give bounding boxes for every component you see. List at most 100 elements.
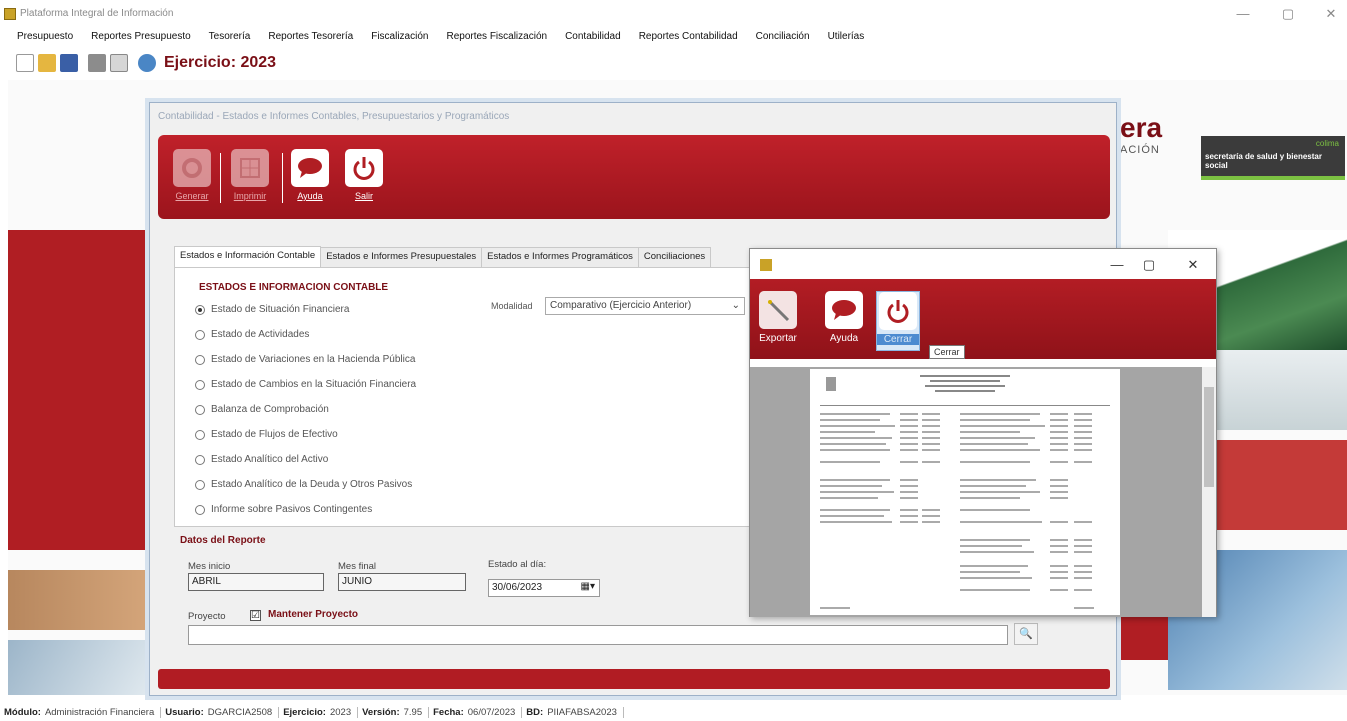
background-decoration [8, 640, 158, 695]
radio-label: Balanza de Comprobación [211, 404, 329, 415]
radio-balanza[interactable]: Balanza de Comprobación [195, 404, 329, 415]
new-icon[interactable] [16, 54, 34, 72]
generar-label: Generar [175, 191, 209, 201]
exportar-button[interactable]: Exportar [756, 291, 800, 351]
app-icon [4, 8, 16, 20]
mes-inicio-field[interactable]: ABRIL [188, 573, 324, 591]
ejercicio-label: Ejercicio: 2023 [164, 54, 277, 71]
maximize-button[interactable]: ▢ [1273, 4, 1303, 24]
speech-bubble-icon [298, 158, 322, 178]
radio-estado-situacion-financiera[interactable]: Estado de Situación Financiera [195, 304, 349, 315]
minimize-button[interactable]: — [1228, 4, 1258, 24]
tab-conciliaciones[interactable]: Conciliaciones [637, 247, 712, 267]
report-page-content [820, 375, 1110, 609]
brand-subtext: ACIÓN [1120, 144, 1160, 156]
salir-label: Salir [354, 191, 373, 201]
background-decoration [8, 230, 158, 550]
menu-contabilidad[interactable]: Contabilidad [556, 28, 630, 48]
radio-indicator [195, 404, 205, 415]
exportar-label: Exportar [759, 333, 797, 344]
imprimir-label: Imprimir [233, 191, 267, 201]
report-icon [240, 158, 260, 178]
menu-fiscalizacion[interactable]: Fiscalización [362, 28, 437, 48]
mantener-proyecto-checkbox[interactable]: ☑ [250, 610, 261, 621]
radio-label: Estado de Actividades [211, 329, 310, 340]
mantener-proyecto-label: Mantener Proyecto [268, 609, 359, 620]
radio-label: Estado Analítico del Activo [211, 454, 329, 465]
save-icon[interactable] [60, 54, 78, 72]
preview-minimize-button[interactable]: — [1102, 255, 1132, 275]
magic-wand-icon [768, 300, 790, 322]
tab-estados-informes-presupuestales[interactable]: Estados e Informes Presupuestales [320, 247, 483, 267]
calendar-icon[interactable]: ▦▾ [581, 581, 595, 592]
ribbon-separator [220, 153, 221, 203]
mes-inicio-label: Mes inicio [188, 561, 231, 572]
preview-scrollbar[interactable] [1202, 367, 1216, 617]
datos-reporte-title: Datos del Reporte [180, 535, 266, 546]
print-icon[interactable] [88, 54, 106, 72]
generar-button[interactable]: Generar [170, 149, 214, 205]
estado-dia-datepicker[interactable]: 30/06/2023 ▦▾ [488, 579, 600, 597]
radio-analitico-deuda[interactable]: Estado Analítico de la Deuda y Otros Pas… [195, 479, 412, 490]
salir-button[interactable]: Salir [342, 149, 386, 205]
close-button[interactable]: ✕ [1316, 4, 1346, 24]
mes-final-field[interactable]: JUNIO [338, 573, 466, 591]
radio-flujos-efectivo[interactable]: Estado de Flujos de Efectivo [195, 429, 338, 440]
radio-variaciones-hacienda[interactable]: Estado de Variaciones en la Hacienda Púb… [195, 354, 415, 365]
radio-indicator [195, 379, 205, 390]
section-title: ESTADOS E INFORMACION CONTABLE [199, 282, 389, 293]
scrollbar-thumb[interactable] [1204, 387, 1214, 487]
radio-indicator [195, 354, 205, 365]
dialog-ribbon: Generar Imprimir Ayuda Salir [158, 135, 1110, 219]
search-icon[interactable]: 🔍 [1014, 623, 1038, 645]
preview-ayuda-label: Ayuda [829, 333, 859, 344]
print-preview-icon[interactable] [110, 54, 128, 72]
report-preview-window: — ▢ ✕ Exportar Ayuda Cerrar [749, 248, 1217, 617]
window-title: Plataforma Integral de Información [20, 8, 174, 19]
status-bar: Módulo: Administración Financiera Usuario… [0, 703, 1347, 721]
menu-reportes-contabilidad[interactable]: Reportes Contabilidad [630, 28, 747, 48]
modalidad-select[interactable]: Comparativo (Ejercicio Anterior) ⌄ [545, 297, 745, 315]
estado-dia-label: Estado al día: [488, 559, 547, 570]
radio-pasivos-contingentes[interactable]: Informe sobre Pasivos Contingentes [195, 504, 372, 515]
preview-close-button[interactable]: ✕ [1178, 255, 1208, 275]
menu-reportes-fiscalizacion[interactable]: Reportes Fiscalización [437, 28, 556, 48]
modalidad-label: Modalidad [491, 301, 533, 311]
menu-reportes-presupuesto[interactable]: Reportes Presupuesto [82, 28, 200, 48]
status-ejercicio: Ejercicio: 2023 [283, 706, 359, 718]
radio-label: Estado de Variaciones en la Hacienda Púb… [211, 354, 416, 365]
proyecto-input[interactable] [188, 625, 1008, 645]
radio-label: Informe sobre Pasivos Contingentes [211, 504, 373, 515]
cerrar-button[interactable]: Cerrar [876, 291, 920, 351]
app-icon [760, 259, 772, 271]
menu-utilerias[interactable]: Utilerías [819, 28, 874, 48]
radio-label: Estado de Situación Financiera [211, 304, 350, 315]
menu-conciliacion[interactable]: Conciliación [747, 28, 819, 48]
preview-maximize-button[interactable]: ▢ [1134, 255, 1164, 275]
tab-estados-informacion-contable[interactable]: Estados e Información Contable [174, 246, 322, 267]
ayuda-button[interactable]: Ayuda [288, 149, 332, 205]
radio-analitico-activo[interactable]: Estado Analítico del Activo [195, 454, 328, 465]
menu-reportes-tesoreria[interactable]: Reportes Tesorería [259, 28, 362, 48]
menu-presupuesto[interactable]: Presupuesto [8, 28, 82, 48]
proyecto-label: Proyecto [188, 611, 226, 622]
institution-logo: colima secretaría de salud y bienestar s… [1201, 136, 1345, 180]
imprimir-button[interactable]: Imprimir [228, 149, 272, 205]
radio-estado-actividades[interactable]: Estado de Actividades [195, 329, 309, 340]
ayuda-label: Ayuda [297, 191, 323, 201]
open-folder-icon[interactable] [38, 54, 56, 72]
radio-indicator [195, 454, 205, 465]
menu-tesoreria[interactable]: Tesorería [200, 28, 260, 48]
ribbon-separator [282, 153, 283, 203]
radio-cambios-situacion[interactable]: Estado de Cambios en la Situación Financ… [195, 379, 416, 390]
preview-canvas[interactable] [750, 367, 1202, 617]
status-version: Versión: 7.95 [362, 706, 430, 718]
dialog-footer-band [158, 669, 1110, 689]
speech-bubble-icon [832, 300, 856, 320]
tab-estados-informes-programaticos[interactable]: Estados e Informes Programáticos [481, 247, 639, 267]
report-tabs: Estados e Información Contable Estados e… [174, 246, 712, 267]
radio-label: Estado de Cambios en la Situación Financ… [211, 379, 417, 390]
estado-dia-value: 30/06/2023 [492, 582, 543, 593]
preview-ribbon: Exportar Ayuda Cerrar [750, 279, 1216, 359]
preview-ayuda-button[interactable]: Ayuda [822, 291, 866, 351]
